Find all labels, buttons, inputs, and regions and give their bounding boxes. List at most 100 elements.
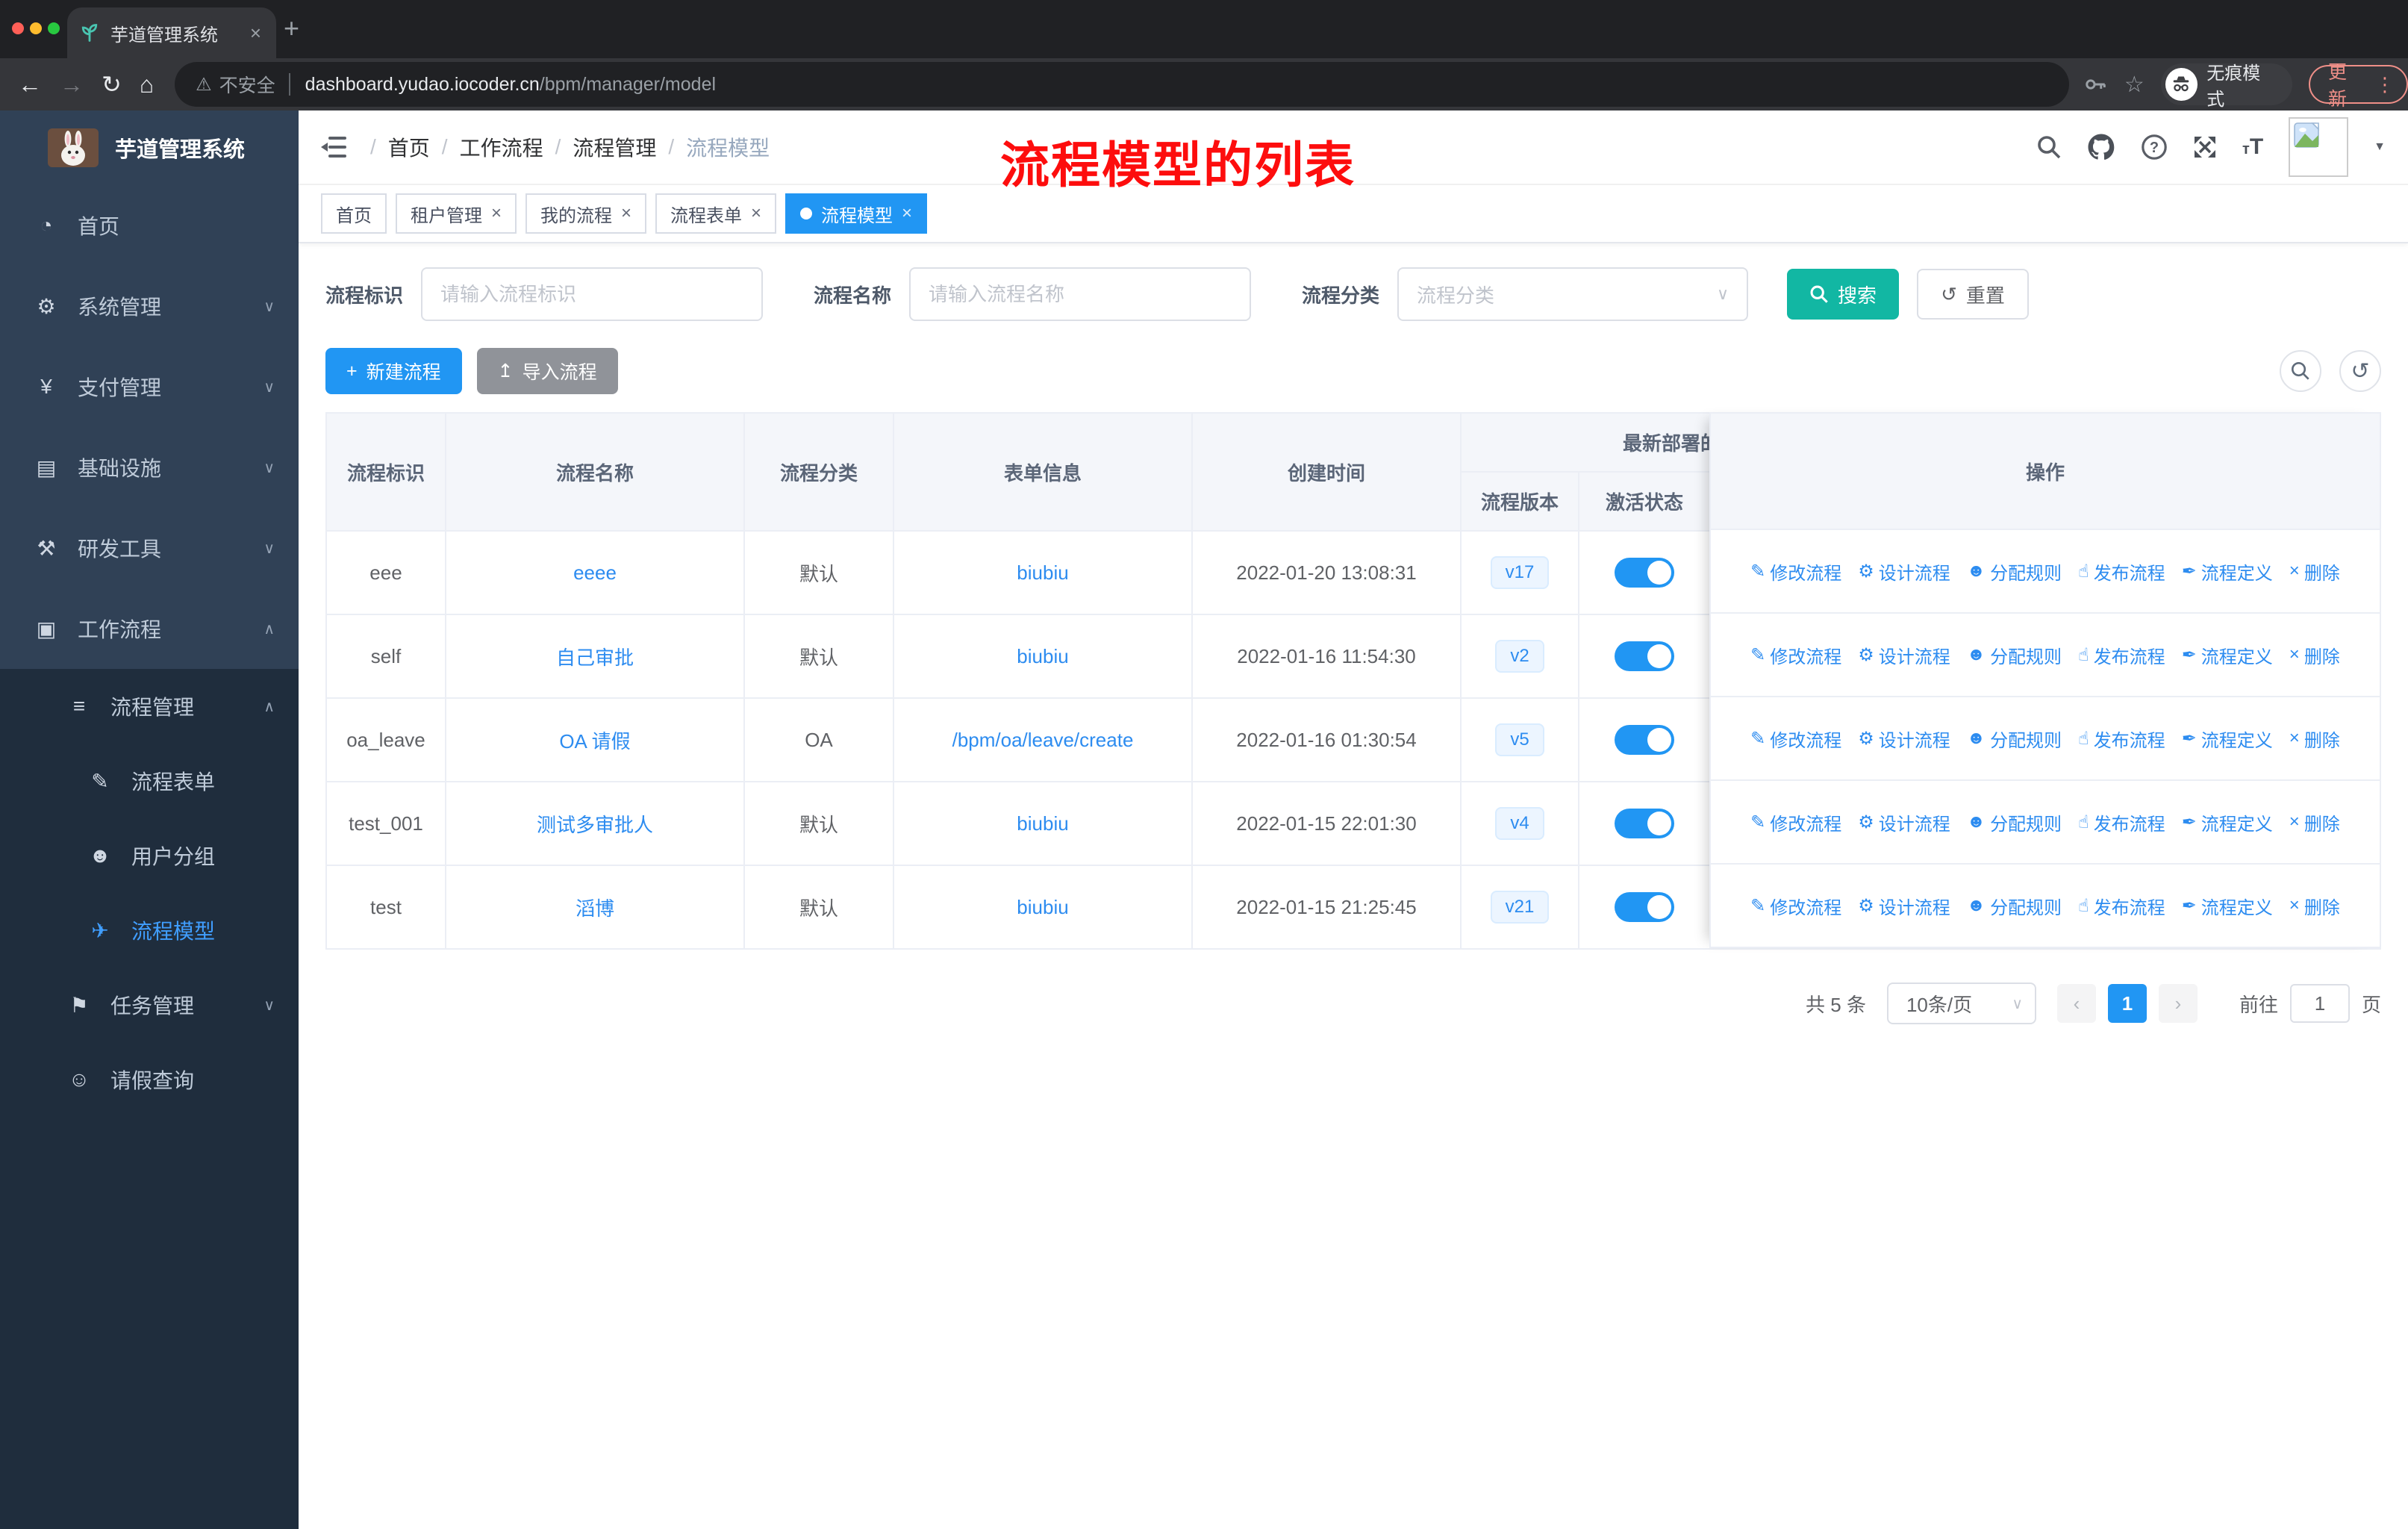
browser-menu-icon[interactable]: ⋮ [2375,73,2395,96]
action-link[interactable]: ☻ 分配规则 [1967,809,2062,835]
fullscreen-icon[interactable] [2193,135,2217,159]
sidebar-item[interactable]: ¥ 支付管理 ∨ [0,346,299,427]
new-tab-button[interactable]: + [284,15,299,42]
model-name-link[interactable]: 测试多审批人 [537,814,653,836]
home-icon[interactable]: ⌂ [140,71,154,99]
breadcrumb-item[interactable]: / 流程模型 [668,132,770,162]
action-link[interactable]: × 删除 [2289,726,2340,752]
form-link[interactable]: biubiu [1017,645,1068,667]
action-link[interactable]: ✎ 修改流程 [1750,893,1841,919]
avatar-caret-icon[interactable]: ▼ [2374,140,2386,154]
sidebar-item[interactable]: ✎ 流程表单 [0,744,299,818]
key-filter-input[interactable] [421,267,764,321]
active-toggle[interactable] [1615,809,1674,838]
sidebar-item[interactable]: ☺ 请假查询 [0,1042,299,1117]
back-icon[interactable]: ← [18,71,42,99]
action-link[interactable]: ⚙ 设计流程 [1858,809,1950,835]
sidebar-item[interactable]: ⚒ 研发工具 ∨ [0,508,299,588]
action-link[interactable]: ☝ 发布流程 [2078,809,2165,835]
help-icon[interactable]: ? [2141,134,2168,161]
github-icon[interactable] [2087,133,2115,161]
form-link[interactable]: biubiu [1017,812,1068,835]
incognito-badge[interactable]: 无痕模式 [2160,63,2293,110]
action-link[interactable]: ✎ 修改流程 [1750,558,1841,585]
tag-item[interactable]: 流程表单 × [655,193,777,234]
model-name-link[interactable]: OA 请假 [559,730,630,753]
action-link[interactable]: × 删除 [2289,809,2340,835]
import-model-button[interactable]: ↥ 导入流程 [476,348,618,394]
sidebar-item[interactable]: ⚑ 任务管理 ∨ [0,968,299,1042]
action-link[interactable]: ☻ 分配规则 [1967,642,2062,668]
action-link[interactable]: ✎ 修改流程 [1750,809,1841,835]
action-link[interactable]: ☝ 发布流程 [2078,726,2165,752]
version-badge[interactable]: v2 [1495,640,1544,673]
page-size-select[interactable]: 10条/页 ∨ [1886,983,2036,1024]
action-link[interactable]: ☻ 分配规则 [1967,558,2062,585]
version-badge[interactable]: v21 [1490,891,1550,924]
window-close-button[interactable] [12,22,24,34]
current-page[interactable]: 1 [2107,984,2147,1023]
tab-close-icon[interactable]: × [247,22,264,45]
close-icon[interactable]: × [491,203,502,224]
action-link[interactable]: ✎ 修改流程 [1750,642,1841,668]
update-button[interactable]: 更新 ⋮ [2309,62,2408,110]
tag-item[interactable]: 流程模型 × [785,193,928,234]
browser-tab[interactable]: 芋道管理系统 × [67,7,276,58]
active-toggle[interactable] [1615,892,1674,922]
version-badge[interactable]: v5 [1495,723,1544,756]
form-link[interactable]: /bpm/oa/leave/create [952,729,1134,751]
search-button[interactable]: 搜索 [1787,269,1900,320]
security-label[interactable]: 不安全 [219,71,275,98]
action-link[interactable]: × 删除 [2289,642,2340,668]
goto-page-input[interactable] [2289,984,2350,1023]
action-link[interactable]: ☻ 分配规则 [1967,726,2062,752]
action-link[interactable]: ✎ 修改流程 [1750,726,1841,752]
address-bar[interactable]: ⚠ 不安全 dashboard.yudao.iocoder.cn/bpm/man… [175,62,2070,107]
sidebar-item[interactable]: ☻ 用户分组 [0,818,299,893]
window-minimize-button[interactable] [30,22,42,34]
action-link[interactable]: ✒ 流程定义 [2182,642,2273,668]
action-link[interactable]: × 删除 [2289,893,2340,919]
show-search-button[interactable] [2280,350,2321,392]
tag-item[interactable]: 我的流程 × [525,193,647,234]
model-name-link[interactable]: eeee [573,561,617,584]
sidebar-item[interactable]: ◔ 首页 [0,185,299,266]
reload-icon[interactable]: ↻ [102,70,122,99]
close-icon[interactable]: × [621,203,631,224]
avatar[interactable] [2289,117,2349,177]
close-icon[interactable]: × [902,203,912,224]
active-toggle[interactable] [1615,641,1674,671]
action-link[interactable]: ✒ 流程定义 [2182,893,2273,919]
sidebar-item[interactable]: ▣ 工作流程 ∧ [0,588,299,669]
action-link[interactable]: ☝ 发布流程 [2078,893,2165,919]
sidebar-item[interactable]: ≡ 流程管理 ∧ [0,669,299,744]
form-link[interactable]: biubiu [1017,896,1068,918]
action-link[interactable]: × 删除 [2289,558,2340,585]
category-filter-select[interactable]: 流程分类 ∨ [1397,267,1749,321]
refresh-button[interactable]: ↺ [2339,350,2381,392]
tag-item[interactable]: 租户管理 × [396,193,517,234]
action-link[interactable]: ⚙ 设计流程 [1858,642,1950,668]
forward-icon[interactable]: → [60,71,84,99]
action-link[interactable]: ☝ 发布流程 [2078,558,2165,585]
breadcrumb-item[interactable]: / 工作流程 [442,132,543,162]
version-badge[interactable]: v17 [1490,556,1550,589]
form-link[interactable]: biubiu [1017,561,1068,584]
window-zoom-button[interactable] [48,22,60,34]
version-badge[interactable]: v4 [1495,807,1544,840]
close-icon[interactable]: × [751,203,761,224]
active-toggle[interactable] [1615,725,1674,755]
sidebar-item[interactable]: ▤ 基础设施 ∨ [0,427,299,508]
sidebar-item[interactable]: ✈ 流程模型 [0,893,299,968]
chevron-right-icon[interactable]: › [2158,984,2198,1023]
create-model-button[interactable]: + 新建流程 [325,348,462,394]
action-link[interactable]: ☝ 发布流程 [2078,642,2165,668]
reset-button[interactable]: ↺ 重置 [1917,269,2029,320]
chevron-left-icon[interactable]: ‹ [2056,984,2096,1023]
breadcrumb-item[interactable]: / 流程管理 [555,132,657,162]
model-name-link[interactable]: 自己审批 [556,647,634,669]
action-link[interactable]: ⚙ 设计流程 [1858,558,1950,585]
action-link[interactable]: ✒ 流程定义 [2182,726,2273,752]
action-link[interactable]: ✒ 流程定义 [2182,809,2273,835]
action-link[interactable]: ✒ 流程定义 [2182,558,2273,585]
